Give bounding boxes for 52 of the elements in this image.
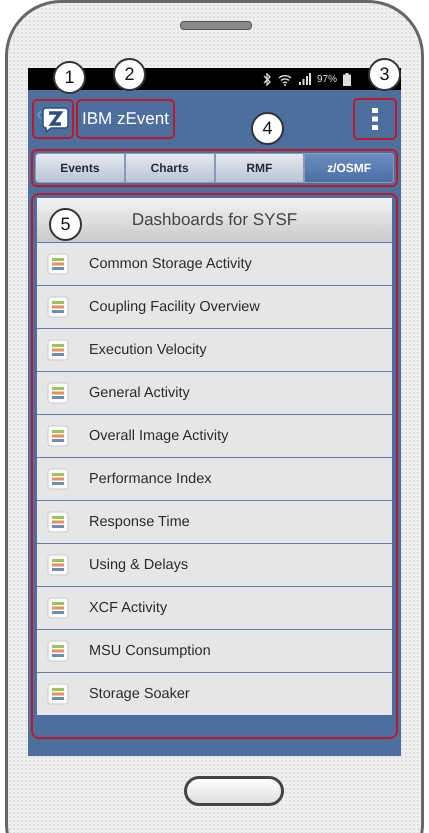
signal-icon: [298, 73, 311, 85]
chart-list-icon: [47, 296, 69, 318]
dashboard-name: Performance Index: [89, 471, 212, 487]
app-title: IBM zEvent: [76, 98, 175, 138]
chart-list-icon: [47, 382, 69, 404]
dashboard-list-item[interactable]: Overall Image Activity: [37, 414, 392, 457]
chart-list-icon: [47, 683, 69, 705]
tab[interactable]: z/OSMF: [304, 153, 394, 183]
dashboard-list-item[interactable]: Common Storage Activity: [37, 242, 392, 285]
dashboard-name: General Activity: [89, 385, 190, 401]
dashboard-list-item[interactable]: General Activity: [37, 371, 392, 414]
dashboard-name: Response Time: [89, 514, 190, 530]
home-button[interactable]: [184, 776, 284, 806]
chart-list-icon: [47, 511, 69, 533]
chart-list-icon: [47, 554, 69, 576]
dashboard-name: Common Storage Activity: [89, 256, 252, 272]
tab[interactable]: Events: [35, 153, 125, 183]
chart-list-icon: [47, 425, 69, 447]
battery-percent: 97%: [316, 74, 337, 84]
panel-title: Dashboards for SYSF: [132, 210, 298, 230]
chart-list-icon: [47, 253, 69, 275]
callout-marker: 1: [53, 61, 86, 94]
chart-list-icon: [47, 597, 69, 619]
dashboard-name: Using & Delays: [89, 557, 188, 573]
chart-list-icon: [47, 640, 69, 662]
dashboard-list-item[interactable]: Using & Delays: [37, 543, 392, 586]
dashboard-list-item[interactable]: Storage Soaker: [37, 672, 392, 715]
dashboard-name: Coupling Facility Overview: [89, 299, 260, 315]
battery-icon: [343, 72, 351, 86]
overflow-menu-button[interactable]: [353, 98, 397, 140]
app-logo-icon[interactable]: [32, 98, 74, 138]
bluetooth-icon: [262, 72, 272, 86]
callout-marker: 2: [113, 58, 146, 91]
tab[interactable]: RMF: [214, 153, 304, 183]
dashboard-list-item[interactable]: MSU Consumption: [37, 629, 392, 672]
dashboard-list-item[interactable]: Performance Index: [37, 457, 392, 500]
dashboard-name: MSU Consumption: [89, 643, 211, 659]
dashboard-list-item[interactable]: XCF Activity: [37, 586, 392, 629]
more-icon: [372, 108, 378, 130]
callout-marker: 3: [368, 58, 401, 91]
dashboard-list-item[interactable]: Execution Velocity: [37, 328, 392, 371]
wifi-icon: [278, 72, 292, 86]
dashboard-name: XCF Activity: [89, 600, 168, 616]
tab[interactable]: Charts: [124, 153, 214, 183]
dashboard-name: Overall Image Activity: [89, 428, 228, 444]
dashboard-name: Execution Velocity: [89, 342, 207, 358]
dashboard-list-item[interactable]: Coupling Facility Overview: [37, 285, 392, 328]
speaker-grille: [180, 21, 252, 30]
dashboard-list-item[interactable]: Response Time: [37, 500, 392, 543]
chart-list-icon: [47, 339, 69, 361]
chart-list-icon: [47, 468, 69, 490]
dashboard-name: Storage Soaker: [89, 686, 190, 702]
